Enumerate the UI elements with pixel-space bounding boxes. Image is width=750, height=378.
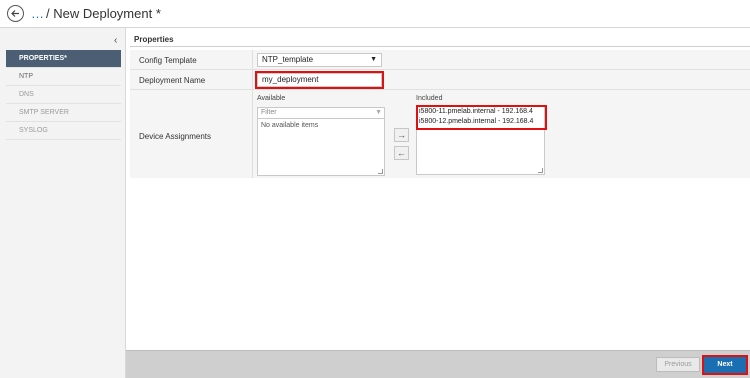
move-right-button[interactable]: →	[394, 128, 409, 142]
sidebar: ‹ PROPERTIES* NTP DNS SMTP SERVER SYSLOG	[0, 28, 126, 378]
move-left-button[interactable]: ←	[394, 146, 409, 160]
arrow-right-icon: →	[397, 130, 406, 140]
sidebar-item-ntp[interactable]: NTP	[6, 68, 121, 86]
dropdown-caret-icon: ▼	[370, 56, 377, 63]
available-label: Available	[257, 95, 286, 102]
deployment-name-input[interactable]: my_deployment	[255, 71, 384, 89]
next-button[interactable]: Next	[702, 355, 748, 375]
main-content: Properties Config Template NTP_template …	[126, 28, 750, 350]
deployment-name-value: my_deployment	[262, 75, 319, 84]
empty-list-text: No available items	[261, 122, 319, 129]
sidebar-item-properties[interactable]: PROPERTIES*	[6, 50, 121, 68]
deployment-name-label: Deployment Name	[139, 76, 206, 85]
arrow-left-icon	[11, 10, 19, 17]
sidebar-item-syslog[interactable]: SYSLOG	[6, 122, 121, 140]
properties-form: Config Template NTP_template ▼ Deploymen…	[130, 50, 750, 178]
page-title: / New Deployment *	[46, 6, 161, 21]
footer-bar: Previous Next	[126, 350, 750, 378]
collapse-sidebar-icon[interactable]: ‹	[114, 35, 117, 46]
section-divider	[130, 46, 750, 47]
included-label: Included	[416, 95, 443, 102]
sidebar-nav: PROPERTIES* NTP DNS SMTP SERVER SYSLOG	[6, 50, 121, 140]
sidebar-item-smtp-server[interactable]: SMTP SERVER	[6, 104, 121, 122]
included-list[interactable]: i5800-11.pmelab.internal - 192.168.4 i58…	[416, 105, 547, 175]
resize-grip-icon[interactable]	[378, 169, 383, 174]
included-items: i5800-11.pmelab.internal - 192.168.4 i58…	[416, 105, 547, 130]
sidebar-item-dns[interactable]: DNS	[6, 86, 121, 104]
config-template-select[interactable]: NTP_template ▼	[257, 53, 382, 67]
arrow-left-icon: ←	[397, 148, 406, 158]
deployment-name-row: Deployment Name my_deployment	[130, 70, 750, 90]
list-item[interactable]: i5800-11.pmelab.internal - 192.168.4	[418, 107, 545, 117]
filter-placeholder: Filter	[261, 109, 277, 116]
filter-input[interactable]: Filter ▼	[257, 107, 385, 119]
device-assignments-row: Device Assignments Available Filter ▼ No…	[130, 90, 750, 178]
device-assignments-label: Device Assignments	[139, 132, 212, 141]
previous-button[interactable]: Previous	[656, 357, 700, 372]
config-template-value: NTP_template	[262, 55, 314, 64]
filter-icon: ▼	[375, 109, 382, 116]
config-template-label: Config Template	[139, 56, 197, 65]
resize-grip-icon[interactable]	[538, 168, 543, 173]
list-item[interactable]: i5800-12.pmelab.internal - 192.168.4	[418, 117, 545, 127]
config-template-row: Config Template NTP_template ▼	[130, 50, 750, 70]
section-title: Properties	[134, 35, 174, 44]
breadcrumb-ellipsis[interactable]: …	[31, 6, 45, 21]
available-list[interactable]: No available items	[257, 119, 385, 176]
page-header: … / New Deployment *	[0, 0, 750, 28]
back-button[interactable]	[7, 5, 24, 22]
